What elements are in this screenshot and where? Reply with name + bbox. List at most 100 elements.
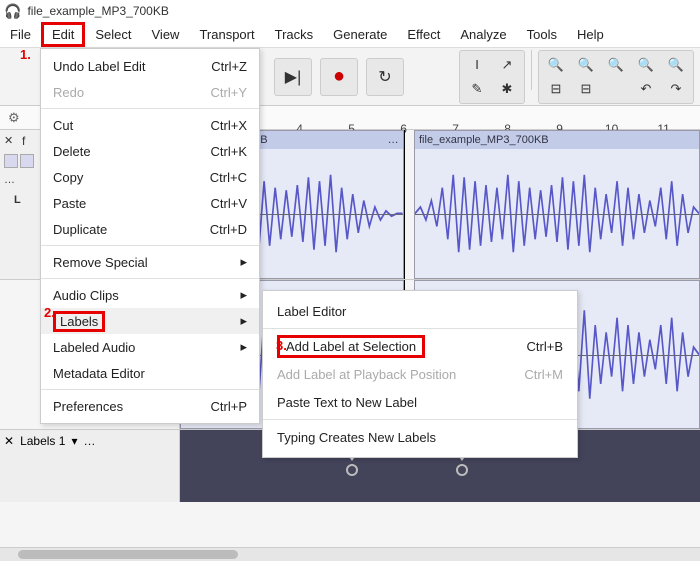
- menu-generate[interactable]: Generate: [323, 23, 397, 46]
- menu-item-labeled-audio[interactable]: Labeled Audio ▸: [41, 334, 259, 360]
- fit-selection-icon[interactable]: 🔍: [602, 54, 630, 76]
- clip-menu-icon[interactable]: …: [388, 134, 399, 146]
- submenu-item-label: Add Label at Playback Position: [277, 367, 456, 382]
- zoom-in-icon[interactable]: 🔍: [542, 54, 570, 76]
- labels-track-menu-icon[interactable]: …: [83, 434, 95, 448]
- track-name: f: [22, 134, 25, 148]
- menu-item-preferences[interactable]: Preferences Ctrl+P: [41, 393, 259, 419]
- menu-item-label: Redo: [53, 85, 84, 100]
- shortcut-label: Ctrl+V: [211, 196, 247, 211]
- menu-tools[interactable]: Tools: [517, 23, 567, 46]
- menu-item-label: Remove Special: [53, 255, 148, 270]
- menu-item-cut[interactable]: CutCtrl+X: [41, 112, 259, 138]
- redo-icon[interactable]: ↷: [662, 78, 690, 100]
- fit-project-icon[interactable]: 🔍: [632, 54, 660, 76]
- menu-item-label: Delete: [53, 144, 91, 159]
- submenu-item-add-label-at-playback-position: Add Label at Playback Position Ctrl+M: [263, 360, 577, 388]
- menu-item-duplicate[interactable]: Duplicate Ctrl+D: [41, 216, 259, 242]
- menu-item-label: Paste: [53, 196, 86, 211]
- menu-item-label: Undo Label Edit: [53, 59, 146, 74]
- menu-item-delete[interactable]: Delete Ctrl+K: [41, 138, 259, 164]
- labels-submenu: Label Editor Add Label at Selection Ctrl+B…: [262, 290, 578, 458]
- mute-solo-buttons[interactable]: [4, 154, 34, 168]
- menu-analyze[interactable]: Analyze: [450, 23, 516, 46]
- menu-item-labels[interactable]: Labels ▸: [41, 308, 259, 334]
- shortcut-label: Ctrl+Z: [211, 59, 247, 74]
- zoom-toggle-icon[interactable]: 🔍: [662, 54, 690, 76]
- shortcut-label: Ctrl+X: [211, 118, 247, 133]
- menu-item-label: Duplicate: [53, 222, 107, 237]
- submenu-arrow-icon: ▸: [240, 254, 247, 270]
- menu-file[interactable]: File: [0, 23, 41, 46]
- menu-item-label: Preferences: [53, 399, 123, 414]
- ibeam-tool-icon[interactable]: I: [463, 54, 491, 76]
- submenu-item-paste-text-to-new-label[interactable]: Paste Text to New Label: [263, 388, 577, 416]
- app-icon: 🎧: [4, 3, 21, 20]
- title-bar: 🎧 file_example_MP3_700KB: [0, 0, 700, 22]
- shortcut-label: Ctrl+D: [210, 222, 247, 237]
- audio-clip-2[interactable]: file_example_MP3_700KB: [414, 130, 700, 279]
- menu-item-paste[interactable]: Paste Ctrl+V: [41, 190, 259, 216]
- shortcut-label: Ctrl+B: [527, 339, 563, 354]
- menu-item-undo-label-edit[interactable]: Undo Label Edit Ctrl+Z: [41, 53, 259, 79]
- shortcut-label: Ctrl+Y: [211, 85, 247, 100]
- horizontal-scrollbar[interactable]: [0, 547, 700, 561]
- menu-item-label: Labels: [53, 311, 105, 332]
- submenu-item-label: Typing Creates New Labels: [277, 430, 436, 445]
- submenu-item-add-label-at-selection[interactable]: Add Label at Selection Ctrl+B: [263, 332, 577, 360]
- trim-icon[interactable]: ⊟: [542, 78, 570, 100]
- submenu-item-typing-creates-new-labels[interactable]: Typing Creates New Labels: [263, 423, 577, 451]
- menu-item-label: Metadata Editor: [53, 366, 145, 381]
- undo-icon[interactable]: ↶: [632, 78, 660, 100]
- playhead-line: [404, 130, 405, 279]
- edit-menu-dropdown: Undo Label Edit Ctrl+Z Redo Ctrl+Y CutCtrl+X…: [40, 48, 260, 424]
- close-icon[interactable]: ✕: [4, 134, 13, 147]
- menu-view[interactable]: View: [142, 23, 190, 46]
- scrollbar-thumb[interactable]: [18, 550, 238, 559]
- annotation-2: 2.: [44, 305, 55, 320]
- menu-item-copy[interactable]: CopyCtrl+C: [41, 164, 259, 190]
- labels-track-header[interactable]: ✕ Labels 1 ▾ …: [0, 430, 180, 502]
- draw-tool-icon[interactable]: ✎: [463, 78, 491, 100]
- close-icon[interactable]: ✕: [4, 434, 14, 448]
- menu-effect[interactable]: Effect: [397, 23, 450, 46]
- shortcut-label: Ctrl+C: [210, 170, 247, 185]
- submenu-item-label: Paste Text to New Label: [277, 395, 417, 410]
- zoom-out-icon[interactable]: 🔍: [572, 54, 600, 76]
- chevron-down-icon[interactable]: ▾: [71, 434, 77, 448]
- menu-transport[interactable]: Transport: [189, 23, 264, 46]
- menu-item-remove-special[interactable]: Remove Special ▸: [41, 249, 259, 275]
- submenu-arrow-icon: ▸: [240, 287, 247, 303]
- menu-item-audio-clips[interactable]: Audio Clips▸: [41, 282, 259, 308]
- toolbar-separator: [531, 50, 532, 90]
- empty-tool: [602, 78, 630, 100]
- shortcut-label: Ctrl+K: [211, 144, 247, 159]
- annotation-1: 1.: [20, 47, 31, 62]
- clip-title: file_example_MP3_700KB: [419, 134, 549, 146]
- submenu-arrow-icon: ▸: [240, 313, 247, 329]
- track-menu-icon[interactable]: …: [4, 174, 15, 186]
- tools-group-edit: I ↗ ✎ ✱: [459, 50, 525, 104]
- window-title: file_example_MP3_700KB: [27, 4, 168, 18]
- loop-button[interactable]: ↻: [366, 58, 404, 96]
- shortcut-label: Ctrl+M: [524, 367, 563, 382]
- submenu-arrow-icon: ▸: [240, 339, 247, 355]
- silence-icon[interactable]: ⊟: [572, 78, 600, 100]
- multi-tool-icon[interactable]: ✱: [493, 78, 521, 100]
- menu-select[interactable]: Select: [85, 23, 141, 46]
- menu-edit[interactable]: Edit: [41, 22, 85, 47]
- submenu-item-label-editor[interactable]: Label Editor: [263, 297, 577, 325]
- submenu-item-label: Add Label at Selection: [277, 335, 425, 358]
- play-button[interactable]: ▶|: [274, 58, 312, 96]
- menu-help[interactable]: Help: [567, 23, 614, 46]
- menu-tracks[interactable]: Tracks: [265, 23, 324, 46]
- submenu-item-label: Label Editor: [277, 304, 346, 319]
- gear-icon[interactable]: ⚙: [8, 110, 20, 126]
- menu-item-metadata-editor[interactable]: Metadata Editor: [41, 360, 259, 386]
- envelope-tool-icon[interactable]: ↗: [493, 54, 521, 76]
- shortcut-label: Ctrl+P: [211, 399, 247, 414]
- menu-item-label: Labeled Audio: [53, 340, 135, 355]
- channel-label: L: [14, 194, 21, 206]
- record-button[interactable]: ●: [320, 58, 358, 96]
- menu-item-redo: Redo Ctrl+Y: [41, 79, 259, 105]
